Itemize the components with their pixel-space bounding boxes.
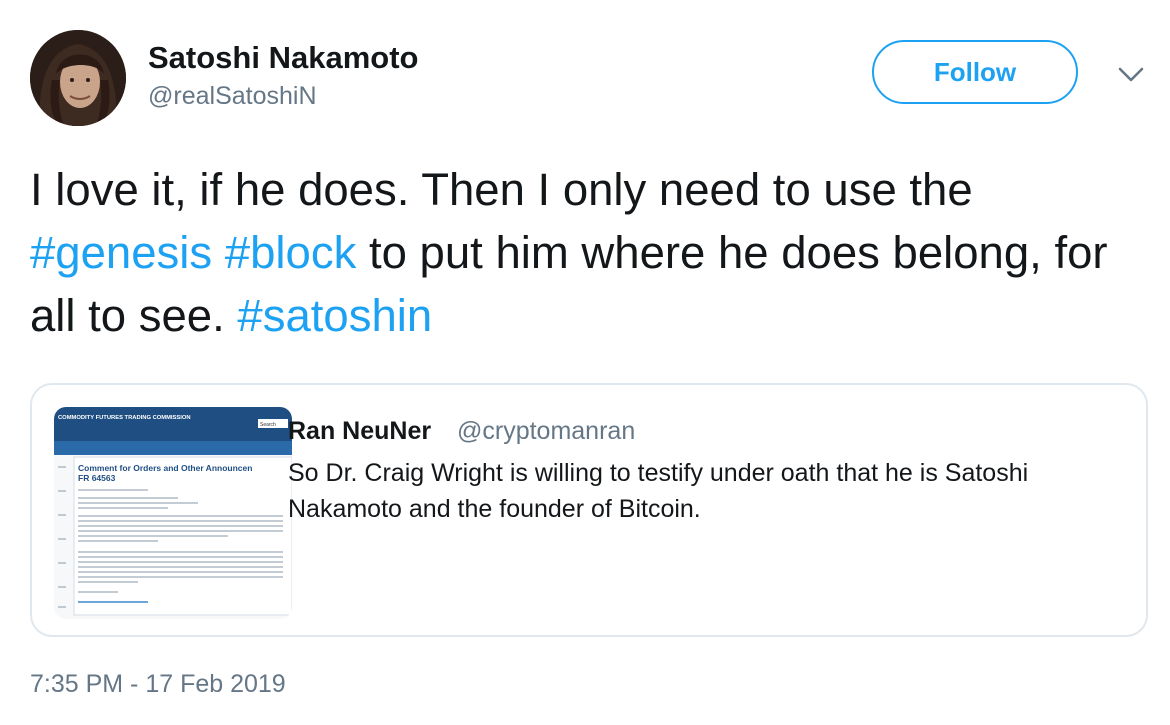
thumb-search-label: Search [260, 422, 276, 428]
tweet-timestamp[interactable]: 7:35 PM - 17 Feb 2019 [30, 670, 286, 699]
avatar-image [30, 30, 126, 126]
tweet-text-space [212, 227, 225, 278]
quoted-tweet-text: So Dr. Craig Wright is willing to testif… [288, 459, 1029, 523]
follow-button[interactable]: Follow [872, 40, 1078, 104]
hashtag-link[interactable]: #genesis [30, 227, 212, 278]
quoted-tweet-card[interactable]: COMMODITY FUTURES TRADING COMMISSION Sea… [30, 383, 1148, 637]
chevron-down-icon[interactable] [1116, 62, 1146, 86]
thumb-ref: FR 64563 [78, 473, 116, 483]
quoted-tweet-thumbnail[interactable]: COMMODITY FUTURES TRADING COMMISSION Sea… [54, 407, 292, 619]
tweet-text: I love it, if he does. Then I only need … [30, 158, 1140, 347]
hashtag-link[interactable]: #satoshin [237, 290, 432, 341]
quoted-author-handle[interactable]: @cryptomanran [457, 417, 635, 446]
thumb-org-name: COMMODITY FUTURES TRADING COMMISSION [58, 415, 191, 421]
author-name[interactable]: Satoshi Nakamoto [148, 40, 418, 76]
author-handle[interactable]: @realSatoshiN [148, 82, 317, 111]
avatar[interactable] [30, 30, 126, 126]
thumb-heading: Comment for Orders and Other Announcen [78, 463, 252, 473]
hashtag-link[interactable]: #block [225, 227, 357, 278]
tweet-text-part: I love it, if he does. Then I only need … [30, 164, 973, 215]
quoted-author-name[interactable]: Ran NeuNer [288, 417, 431, 446]
